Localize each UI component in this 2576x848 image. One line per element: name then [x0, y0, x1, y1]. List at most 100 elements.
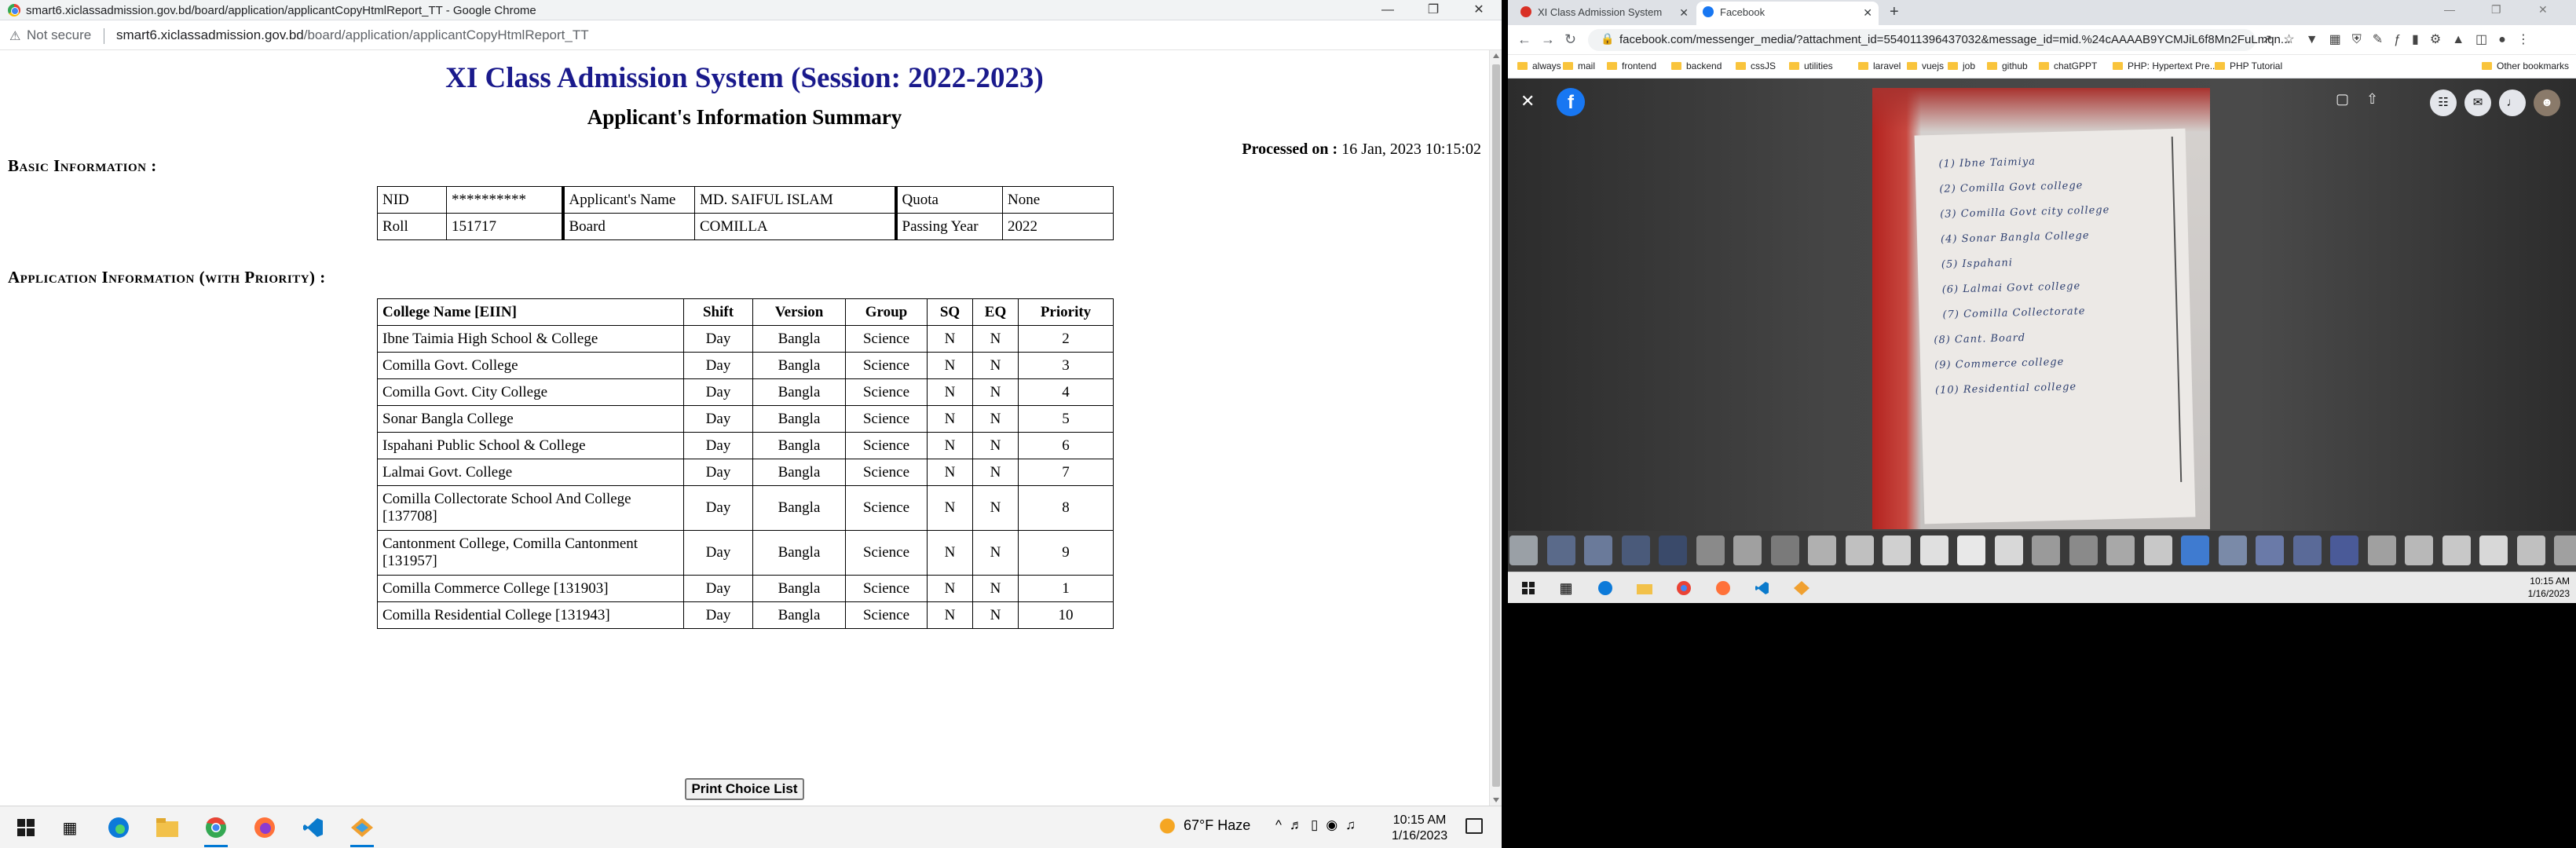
task-view-icon[interactable]: ▦	[1557, 579, 1575, 598]
filter-icon[interactable]: ▼	[2306, 33, 2329, 46]
bookmark-item[interactable]: utilities	[1789, 60, 1833, 71]
sidebar-icon[interactable]: ◫	[2475, 33, 2498, 46]
thumbnail[interactable]	[2367, 535, 2396, 565]
thumbnail[interactable]	[2479, 535, 2508, 565]
chrome-taskbar-icon[interactable]	[1674, 579, 1693, 598]
firefox-icon[interactable]	[253, 816, 276, 839]
app-icon[interactable]	[1792, 579, 1811, 598]
thumbnail[interactable]	[1883, 535, 1911, 565]
thumbnail[interactable]	[2442, 535, 2471, 565]
bookmark-item[interactable]: frontend	[1607, 60, 1656, 71]
lock-icon[interactable]: 🔒	[1601, 32, 1614, 46]
thumbnail[interactable]	[2218, 535, 2247, 565]
maximize-button[interactable]: ❐	[1411, 0, 1456, 20]
taskbar-clock[interactable]: 10:15 AM 1/16/2023	[2528, 575, 2570, 600]
tools-icon[interactable]: ⚙	[2430, 33, 2452, 46]
thumbnail[interactable]	[2516, 535, 2545, 565]
minimize-button[interactable]: —	[2444, 3, 2455, 16]
not-secure-label[interactable]: Not secure	[27, 27, 91, 43]
scroll-down-icon[interactable]	[1493, 798, 1499, 802]
puzzle-icon[interactable]: ▲	[2452, 33, 2475, 46]
star-icon[interactable]: ☆	[2283, 33, 2305, 46]
taskbar-clock[interactable]: 10:15 AM 1/16/2023	[1392, 813, 1447, 844]
thumbnail[interactable]	[1845, 535, 1874, 565]
bookmark-item[interactable]: PHP Tutorial	[2215, 60, 2282, 71]
new-tab-icon[interactable]: +	[1890, 3, 1899, 21]
thumbnail[interactable]	[1808, 535, 1836, 565]
thumbnail[interactable]	[2143, 535, 2172, 565]
notification-icon[interactable]	[1465, 818, 1483, 834]
weather-widget[interactable]: 67°F Haze	[1159, 817, 1250, 835]
system-tray[interactable]: ^♬▯◉♫	[1275, 817, 1363, 833]
notifications-icon[interactable]: ♩	[2499, 90, 2526, 116]
url-text[interactable]: smart6.xiclassadmission.gov.bd/board/app…	[116, 27, 589, 43]
forward-icon[interactable]: →	[1541, 31, 1555, 48]
task-view-icon[interactable]: ▦	[58, 816, 82, 839]
bookmark-item[interactable]: Other bookmarks	[2482, 60, 2569, 71]
function-icon[interactable]: ƒ	[2394, 33, 2412, 46]
file-explorer-icon[interactable]	[156, 816, 179, 839]
thumbnail[interactable]	[2405, 535, 2433, 565]
minimize-button[interactable]: —	[1365, 0, 1411, 20]
share-icon[interactable]: ↗	[2262, 33, 2283, 46]
thumbnail[interactable]	[1509, 535, 1538, 565]
thumbnail[interactable]	[1696, 535, 1725, 565]
tab-close-icon[interactable]: ✕	[1863, 2, 1872, 24]
thumbnail[interactable]	[1546, 535, 1575, 565]
edge-icon[interactable]	[107, 816, 130, 839]
firefox-icon[interactable]	[1714, 579, 1733, 598]
page-scrollbar[interactable]	[1489, 50, 1502, 806]
thumbnail[interactable]	[1733, 535, 1762, 565]
fullscreen-icon[interactable]: ▢	[2336, 91, 2366, 107]
bookmark-item[interactable]: chatGPPT	[2039, 60, 2097, 71]
bookmark-icon[interactable]: ▮	[2412, 33, 2430, 46]
apps-grid-icon[interactable]: ☷	[2430, 90, 2457, 116]
url-text[interactable]: facebook.com/messenger_media/?attachment…	[1619, 33, 2290, 46]
bookmark-item[interactable]: PHP: Hypertext Pre...	[2113, 60, 2218, 71]
address-bar[interactable]: ⚠ Not secure smart6.xiclassadmission.gov…	[0, 20, 1502, 50]
bookmark-item[interactable]: backend	[1671, 60, 1722, 71]
windows-start-icon[interactable]	[14, 816, 38, 839]
maximize-button[interactable]: ❐	[2491, 3, 2501, 16]
omnibox[interactable]: 🔒 facebook.com/messenger_media/?attachme…	[1588, 29, 2290, 51]
shield-icon[interactable]: ⛨	[2352, 33, 2373, 46]
avatar[interactable]: ☻	[2534, 90, 2560, 116]
warning-icon[interactable]: ⚠	[9, 28, 20, 44]
volume-icon[interactable]: ♬	[1290, 817, 1311, 832]
windows-start-icon[interactable]	[1519, 579, 1538, 598]
bookmark-item[interactable]: job	[1948, 60, 1975, 71]
thumbnail[interactable]	[1584, 535, 1612, 565]
chrome-taskbar-icon[interactable]	[204, 816, 228, 847]
thumbnail[interactable]	[1770, 535, 1799, 565]
thumbnail[interactable]	[2032, 535, 2060, 565]
thumbnail[interactable]	[1957, 535, 1985, 565]
file-explorer-icon[interactable]	[1635, 579, 1654, 598]
thumbnail[interactable]	[2106, 535, 2135, 565]
thumbnail[interactable]	[1621, 535, 1650, 565]
viewer-close-icon[interactable]: ✕	[1520, 91, 1535, 111]
bookmark-item[interactable]: laravel	[1858, 60, 1901, 71]
app-icon[interactable]	[350, 816, 374, 847]
thumbnail[interactable]	[1659, 535, 1687, 565]
tab-facebook[interactable]: Facebook ✕	[1696, 2, 1879, 25]
pen-icon[interactable]: ✎	[2373, 33, 2394, 46]
facebook-logo-icon[interactable]: f	[1557, 88, 1585, 116]
back-icon[interactable]: ←	[1517, 31, 1531, 48]
bookmark-item[interactable]: always	[1517, 60, 1561, 71]
bookmark-item[interactable]: vuejs	[1907, 60, 1944, 71]
speaker-icon[interactable]: ♫	[1345, 817, 1363, 832]
bookmark-item[interactable]: mail	[1563, 60, 1595, 71]
thumbnail[interactable]	[2554, 535, 2576, 565]
network-icon[interactable]: ◉	[1326, 817, 1345, 832]
menu-icon[interactable]: ⋮	[2517, 33, 2541, 46]
photo[interactable]: (1) Ibne Taimiya (2) Comilla Govt college…	[1872, 88, 2210, 529]
battery-icon[interactable]: ▯	[1311, 817, 1326, 832]
close-button[interactable]: ✕	[2538, 3, 2548, 16]
vscode-icon[interactable]	[1753, 579, 1772, 598]
profile-icon[interactable]: ●	[2498, 33, 2517, 46]
scroll-up-icon[interactable]	[1493, 53, 1499, 58]
close-button[interactable]: ✕	[1456, 0, 1502, 20]
reload-icon[interactable]: ↻	[1564, 31, 1576, 48]
thumbnail[interactable]	[2069, 535, 2098, 565]
thumbnail[interactable]	[1994, 535, 2023, 565]
